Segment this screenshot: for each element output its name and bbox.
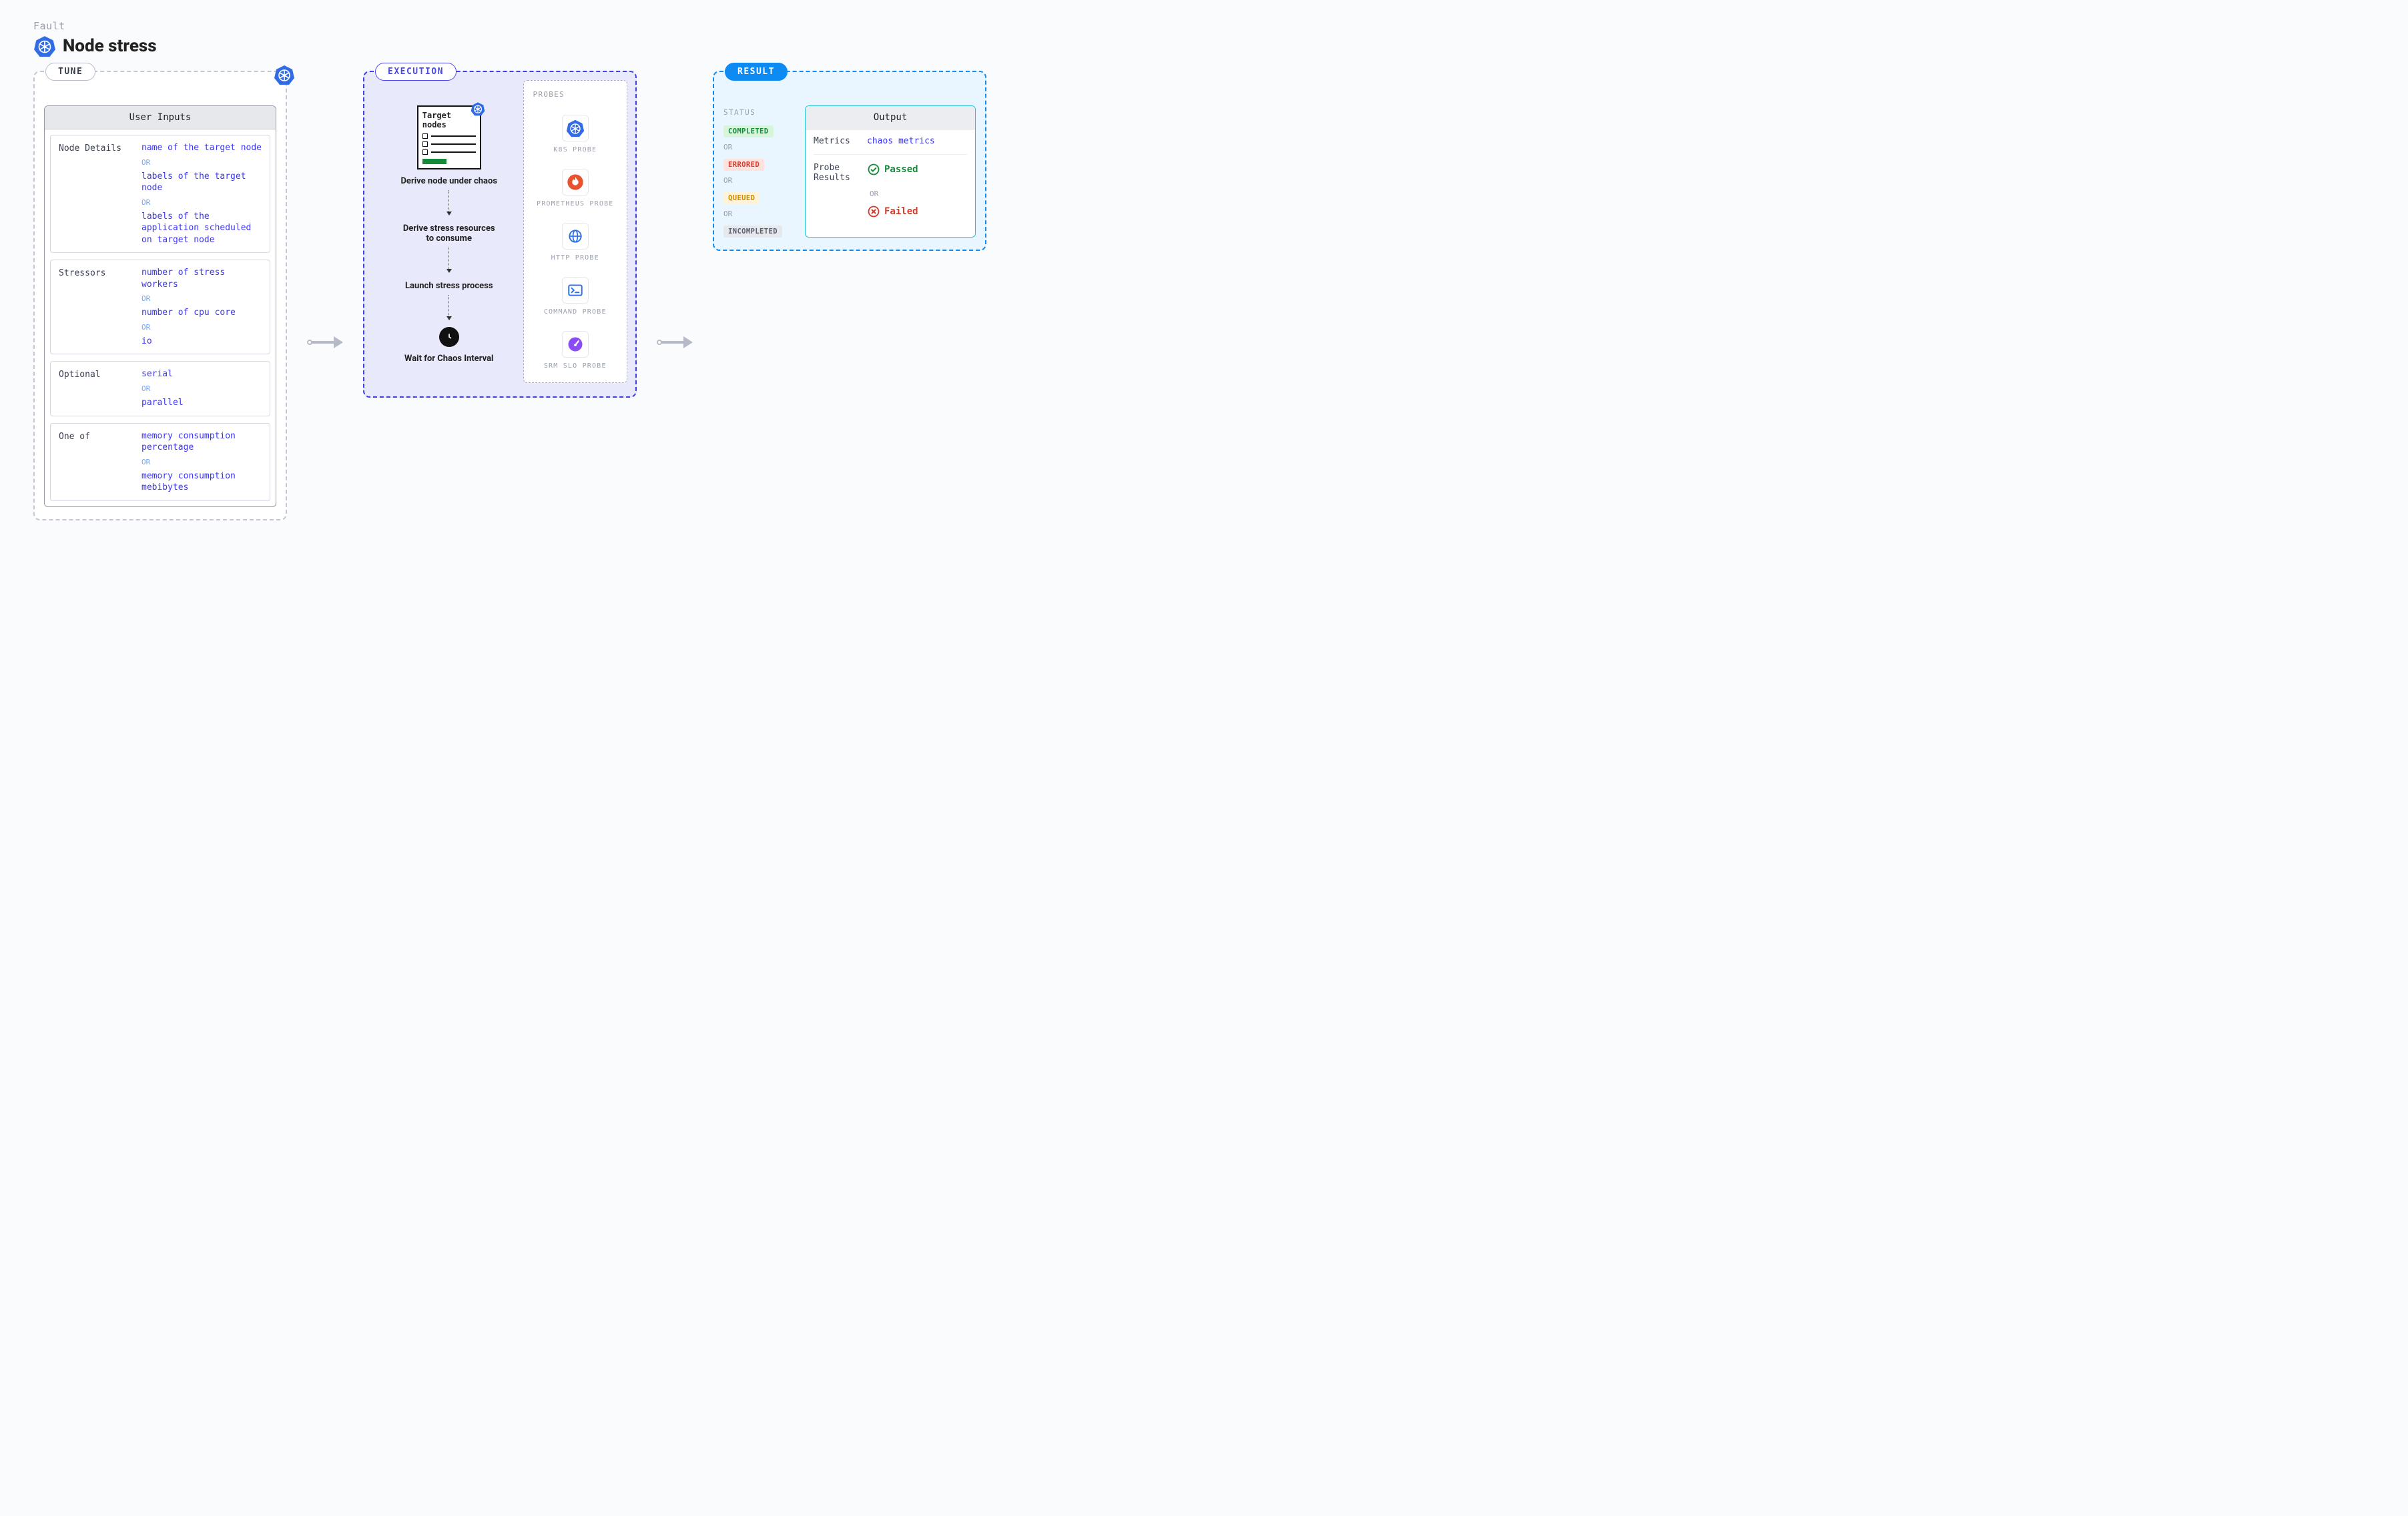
probe-item: HTTP PROBE: [551, 223, 599, 262]
option-separator: OR: [141, 294, 262, 303]
page-title: Node stress: [63, 36, 157, 56]
probe-results-label: Probe Results: [814, 163, 860, 183]
option-separator: OR: [141, 384, 262, 393]
srm-slo-icon: [562, 331, 589, 358]
status-separator: OR: [723, 176, 797, 185]
execution-panel: EXECUTION Target nodes Derive node under…: [363, 71, 637, 398]
arrow-execution-to-result: [657, 336, 693, 348]
target-nodes-title: Target nodes: [422, 111, 476, 129]
section-option: name of the target node: [141, 142, 262, 154]
probe-item: K8S PROBE: [553, 115, 597, 154]
fault-eyebrow: Fault: [33, 20, 2375, 32]
probe-item: COMMAND PROBE: [544, 277, 607, 316]
section-label: Stressors: [59, 267, 132, 347]
kubernetes-icon: [471, 101, 485, 116]
option-separator: OR: [141, 198, 262, 207]
option-separator: OR: [141, 158, 262, 167]
probes-column: PROBES K8S PROBE PROMETHEUS PROBE HTTP PRO…: [523, 80, 627, 383]
section-option: memory consumption percentage: [141, 430, 262, 454]
output-header: Output: [806, 106, 975, 129]
option-separator: OR: [141, 458, 262, 466]
status-separator: OR: [723, 143, 797, 151]
option-separator: OR: [141, 323, 262, 332]
section-option: number of stress workers: [141, 267, 262, 290]
kubernetes-icon: [274, 64, 295, 85]
user-inputs-header: User Inputs: [45, 106, 276, 129]
kubernetes-icon: [33, 35, 56, 57]
metrics-value: chaos metrics: [867, 136, 935, 146]
tune-tab: TUNE: [45, 63, 95, 81]
result-panel: RESULT STATUS COMPLETEDORERROREDORQUEUED…: [713, 71, 986, 251]
flow-step: Wait for Chaos Interval: [404, 354, 493, 364]
status-badge: INCOMPLETED: [723, 226, 782, 238]
probe-label: PROMETHEUS PROBE: [537, 200, 614, 208]
probe-item: PROMETHEUS PROBE: [537, 169, 614, 208]
command-icon: [562, 277, 589, 304]
section-label: Node Details: [59, 142, 132, 246]
x-circle-icon: [867, 205, 880, 218]
section-option: serial: [141, 368, 262, 380]
tune-section: One of memory consumption percentage OR mem…: [50, 423, 270, 501]
status-badge: QUEUED: [723, 192, 760, 204]
status-badge: COMPLETED: [723, 125, 774, 137]
probe-result-passed: Passed: [867, 163, 918, 176]
section-option: parallel: [141, 397, 262, 409]
status-header: STATUS: [723, 108, 797, 117]
diagram-canvas: TUNE User Inputs Node Detailsname of the…: [33, 71, 2375, 520]
tune-section: Node Details name of the target node OR lab…: [50, 135, 270, 253]
section-option: labels of the target node: [141, 171, 262, 194]
result-tab: RESULT: [725, 63, 788, 81]
section-option: number of cpu core: [141, 307, 262, 319]
status-separator: OR: [723, 210, 797, 218]
probe-result-failed: Failed: [867, 205, 918, 218]
probe-result-separator: OR: [870, 190, 967, 198]
flow-step: Derive node under chaos: [400, 176, 497, 186]
check-circle-icon: [867, 163, 880, 176]
section-label: Optional: [59, 368, 132, 408]
section-label: One of: [59, 430, 132, 494]
tune-section: Optional serial OR parallel: [50, 361, 270, 416]
section-option: memory consumption mebibytes: [141, 470, 262, 494]
http-icon: [562, 223, 589, 250]
section-option: io: [141, 336, 262, 348]
user-inputs-card: User Inputs Node Details name of the targ…: [44, 105, 276, 507]
status-badge: ERRORED: [723, 159, 764, 171]
execution-flow: Target nodes Derive node under chaos Der…: [374, 99, 521, 391]
metrics-label: Metrics: [814, 136, 860, 146]
probe-label: SRM SLO PROBE: [544, 362, 607, 370]
probes-header: PROBES: [533, 90, 565, 99]
probe-label: COMMAND PROBE: [544, 308, 607, 316]
execution-tab: EXECUTION: [375, 63, 457, 81]
kubernetes-icon: [562, 115, 589, 141]
flow-step: Launch stress process: [405, 281, 493, 291]
output-card: Output Metrics chaos metrics Probe Resul…: [805, 105, 976, 238]
arrow-tune-to-execution: [307, 336, 343, 348]
probe-label: K8S PROBE: [553, 145, 597, 154]
prometheus-icon: [562, 169, 589, 196]
status-column: STATUS COMPLETED OR ERRORED OR QUEUED OR INCOM…: [723, 105, 797, 238]
tune-section: Stressors number of stress workers OR numbe…: [50, 260, 270, 354]
flow-step: Derive stress resources to consume: [399, 224, 499, 244]
clock-icon: [439, 327, 459, 347]
tune-panel: TUNE User Inputs Node Detailsname of the…: [33, 71, 287, 520]
probe-item: SRM SLO PROBE: [544, 331, 607, 370]
target-nodes-box: Target nodes: [417, 105, 481, 169]
probe-label: HTTP PROBE: [551, 254, 599, 262]
section-option: labels of the application scheduled on t…: [141, 211, 262, 246]
